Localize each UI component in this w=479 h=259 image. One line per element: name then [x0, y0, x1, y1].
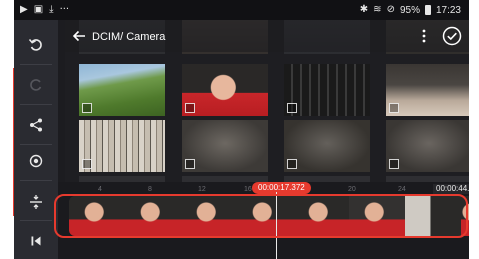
status-bar: ▶ ▣ ⤓ ··· ✱ ≋ ⊘ 95% 17:23	[14, 0, 469, 20]
media-thumbnail[interactable]	[284, 64, 370, 116]
media-thumbnail[interactable]	[79, 64, 165, 116]
video-tag-icon	[287, 159, 297, 169]
share-button[interactable]	[14, 105, 58, 145]
back-arrow-icon[interactable]	[71, 28, 87, 44]
ruler-tick-label: 8	[148, 186, 152, 193]
video-tag-icon	[185, 103, 195, 113]
media-thumbnail[interactable]	[182, 64, 268, 116]
video-tag-icon	[185, 159, 195, 169]
settings-button[interactable]	[14, 141, 58, 181]
ruler-tick-label: 16	[244, 186, 252, 193]
do-not-disturb-icon: ⊘	[386, 4, 395, 15]
media-thumbnail[interactable]	[284, 120, 370, 172]
bluetooth-icon: ✱	[359, 4, 369, 15]
settings-icon	[29, 154, 43, 168]
battery-percent: 95%	[399, 4, 420, 16]
video-tag-icon	[82, 103, 92, 113]
ruler-tick-label: 12	[198, 186, 206, 193]
download-icon: ⤓	[49, 4, 54, 15]
ruler-tick-label: 24	[398, 186, 406, 193]
media-thumbnail[interactable]	[386, 120, 469, 172]
gallery-folder-title: DCIM/ Camera	[92, 31, 166, 43]
image-icon: ▣	[33, 4, 44, 15]
media-thumbnail[interactable]	[79, 120, 165, 172]
play-store-icon: ▶	[20, 4, 28, 15]
gallery-header: DCIM/ Camera	[65, 20, 469, 52]
image-tag-icon	[389, 103, 399, 113]
video-tag-icon	[287, 103, 297, 113]
ruler-tick-label: 4	[98, 186, 102, 193]
confirm-check-icon[interactable]	[442, 26, 462, 46]
battery-icon	[424, 5, 431, 15]
media-thumbnail[interactable]	[182, 120, 268, 172]
video-tag-icon	[389, 159, 399, 169]
split-clip-button[interactable]	[14, 182, 58, 222]
skip-to-start-button[interactable]	[14, 221, 58, 259]
redo-button[interactable]	[14, 65, 58, 105]
more-dots-icon: ···	[59, 4, 70, 15]
undo-button[interactable]	[14, 25, 58, 65]
media-thumbnail[interactable]	[386, 64, 469, 116]
redo-icon	[30, 79, 42, 91]
current-timecode: 00:00:17.372	[252, 182, 311, 194]
ruler-tick-label: 20	[348, 186, 356, 193]
clip-highlight-annotation	[54, 194, 468, 238]
video-tag-icon	[82, 159, 92, 169]
editor-sidebar	[14, 20, 58, 259]
media-gallery: DCIM/ Camera	[65, 20, 469, 182]
status-time: 17:23	[435, 4, 461, 16]
skip-to-start-icon	[31, 236, 41, 246]
sidebar-divider	[20, 180, 52, 181]
overflow-menu-icon[interactable]	[420, 28, 428, 44]
share-icon	[30, 118, 42, 132]
split-clip-icon	[30, 195, 42, 209]
undo-icon	[28, 38, 42, 51]
wifi-icon: ≋	[373, 4, 382, 15]
end-timecode: 00:00:44.117	[433, 184, 469, 194]
